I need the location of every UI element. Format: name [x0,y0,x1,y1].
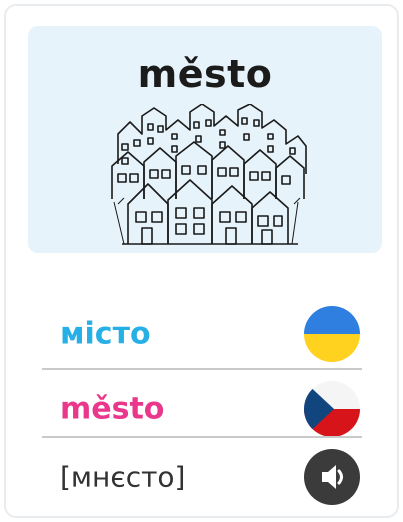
illustration-title: město [137,52,273,96]
speaker-icon [322,465,343,489]
czech-word-row: město [42,378,360,440]
divider [42,368,362,370]
play-audio-button[interactable] [304,449,360,505]
czech-flag-icon [304,381,360,437]
illustration-panel: město [28,26,382,253]
word-card: město місто město [мнєсто] [4,4,399,518]
divider [42,436,362,438]
ukrainian-word-row: місто [42,303,360,365]
transcription-text: [мнєсто] [60,460,186,494]
transcription-row: [мнєсто] [42,446,360,508]
ukraine-flag-icon [304,306,360,362]
ukrainian-word: місто [60,316,151,352]
czech-word: město [60,391,165,427]
city-sketch-illustration [111,104,307,245]
